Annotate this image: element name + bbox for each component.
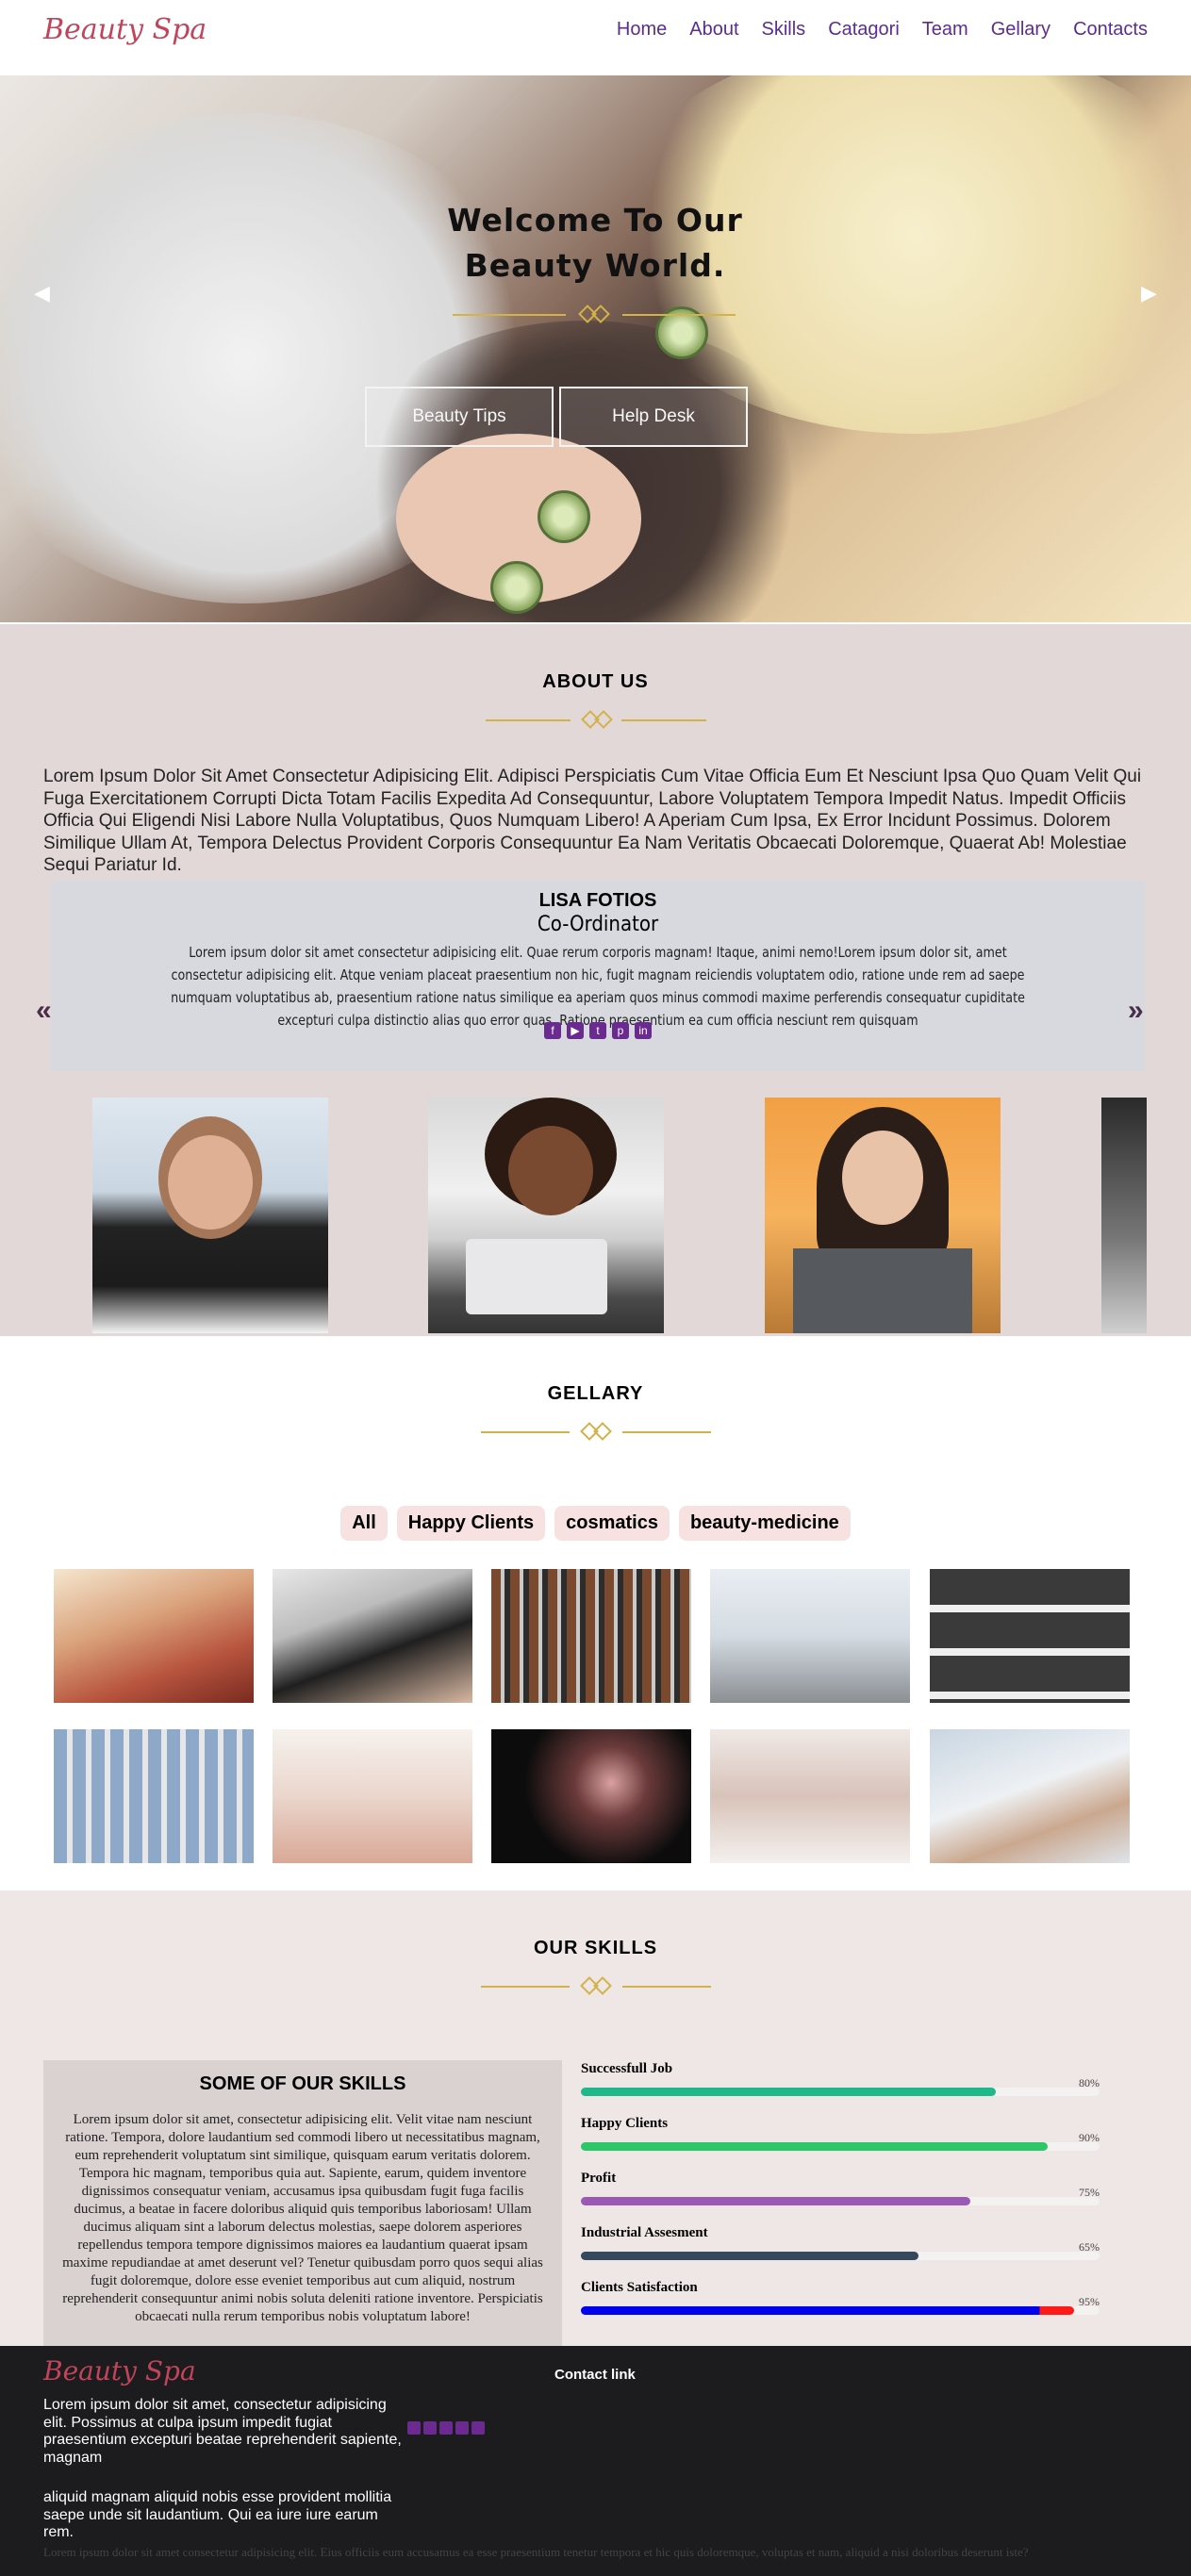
footer: Beauty Spa Lorem ipsum dolor sit amet, c…: [0, 2346, 1191, 2576]
skill-bar-fill: [581, 2197, 970, 2205]
nav-team[interactable]: Team: [922, 19, 968, 41]
filter-happy-clients[interactable]: Happy Clients: [396, 1506, 546, 1541]
gallery-section: GELLARY All Happy Clients cosmatics beau…: [0, 1336, 1191, 1891]
carousel-next-icon[interactable]: ▶: [1141, 281, 1157, 305]
skill-bar-label: Clients Satisfaction: [581, 2280, 698, 2295]
gallery-thumb[interactable]: [273, 1729, 472, 1863]
youtube-icon[interactable]: ▶: [567, 1022, 584, 1039]
footer-text-2: aliquid magnam aliquid nobis esse provid…: [43, 2489, 392, 2540]
footer-logo[interactable]: Beauty Spa: [43, 2355, 196, 2386]
member-name: LISA FOTIOS: [538, 890, 657, 911]
facebook-icon[interactable]: f: [544, 1022, 561, 1039]
gallery-thumb[interactable]: [710, 1569, 910, 1703]
team-photo[interactable]: [1101, 1098, 1147, 1333]
gallery-thumb[interactable]: [54, 1729, 254, 1863]
gallery-thumb[interactable]: [930, 1729, 1130, 1863]
footer-copyright: Lorem ipsum dolor sit amet consectetur a…: [43, 2545, 1029, 2559]
nav-catagori[interactable]: Catagori: [828, 19, 900, 41]
skill-bar: Profit 75%: [581, 2171, 1100, 2208]
hero-carousel: Welcome To Our Beauty World. Beauty Tips…: [0, 75, 1191, 622]
youtube-icon[interactable]: [423, 2421, 437, 2435]
linkedin-icon[interactable]: in: [635, 1022, 652, 1039]
brand-logo[interactable]: Beauty Spa: [43, 13, 207, 46]
skills-title: OUR SKILLS: [533, 1938, 658, 1958]
footer-text-1: Lorem ipsum dolor sit amet, consectetur …: [43, 2397, 402, 2466]
help-desk-button[interactable]: Help Desk: [559, 387, 748, 447]
skill-bar-track: [581, 2088, 1100, 2096]
about-paragraph: Lorem Ipsum Dolor Sit Amet Consectetur A…: [43, 767, 1142, 875]
member-social-links: f ▶ t p in: [51, 1022, 1145, 1039]
beauty-tips-button[interactable]: Beauty Tips: [365, 387, 554, 447]
nav-about[interactable]: About: [689, 19, 738, 41]
linkedin-icon[interactable]: [471, 2421, 485, 2435]
filter-beauty-medicine[interactable]: beauty-medicine: [678, 1506, 851, 1541]
main-menu: Home About Skills Catagori Team Gellary …: [617, 19, 1148, 41]
gallery-thumb[interactable]: [930, 1569, 1130, 1703]
team-photo[interactable]: [428, 1098, 664, 1333]
gallery-thumb[interactable]: [491, 1569, 691, 1703]
about-title: ABOUT US: [542, 671, 649, 692]
twitter-icon[interactable]: [439, 2421, 453, 2435]
gallery-thumb[interactable]: [273, 1569, 472, 1703]
team-member-card: LISA FOTIOS Co-Ordinator Lorem ipsum dol…: [51, 881, 1145, 1071]
gallery-thumb[interactable]: [710, 1729, 910, 1863]
pinterest-icon[interactable]: [455, 2421, 469, 2435]
filter-all[interactable]: All: [340, 1506, 388, 1541]
skill-bar-fill: [581, 2088, 996, 2096]
member-role: Co-Ordinator: [537, 913, 659, 936]
about-section: ABOUT US Lorem Ipsum Dolor Sit Amet Cons…: [0, 624, 1191, 1336]
nav-home[interactable]: Home: [617, 19, 667, 41]
skill-bar-fill: [581, 2142, 1048, 2151]
gallery-filter-bar: All Happy Clients cosmatics beauty-medic…: [0, 1506, 1191, 1541]
nav-skills[interactable]: Skills: [762, 19, 806, 41]
gallery-thumb[interactable]: [491, 1729, 691, 1863]
nav-gellary[interactable]: Gellary: [991, 19, 1050, 41]
ornament-divider: [486, 710, 706, 730]
skill-bar-label: Successfull Job: [581, 2061, 673, 2076]
team-photo[interactable]: [92, 1098, 328, 1333]
team-next-button[interactable]: »: [1128, 995, 1144, 1027]
nav-contacts[interactable]: Contacts: [1073, 19, 1148, 41]
skills-box-title: SOME OF OUR SKILLS: [199, 2073, 406, 2094]
skill-bar: Clients Satisfaction 95%: [581, 2280, 1100, 2318]
skills-description-box: SOME OF OUR SKILLS Lorem ipsum dolor sit…: [43, 2060, 562, 2346]
skill-bar-track: [581, 2252, 1100, 2260]
ornament-divider: [453, 305, 736, 324]
skill-bar-label: Happy Clients: [581, 2116, 669, 2131]
facebook-icon[interactable]: [407, 2421, 421, 2435]
contact-link-heading[interactable]: Contact link: [554, 2367, 636, 2383]
ornament-divider: [481, 1976, 711, 1996]
skill-bar-label: Industrial Assesment: [581, 2225, 708, 2240]
top-navbar: Beauty Spa Home About Skills Catagori Te…: [0, 0, 1191, 75]
skill-bar: Happy Clients 90%: [581, 2116, 1100, 2154]
footer-social-links: [407, 2421, 485, 2435]
member-bio: Lorem ipsum dolor sit amet consectetur a…: [171, 944, 1025, 1029]
carousel-prev-icon[interactable]: ◀: [34, 281, 50, 305]
skill-bar-fill: [581, 2306, 1074, 2315]
team-photo[interactable]: [765, 1098, 1001, 1333]
skill-bar-fill: [581, 2252, 918, 2260]
skill-bar-track: [581, 2142, 1100, 2151]
skill-bar: Industrial Assesment 65%: [581, 2225, 1100, 2263]
hero-title: Welcome To Our Beauty World.: [447, 202, 743, 284]
skill-bar-track: [581, 2306, 1100, 2315]
skill-bar-label: Profit: [581, 2171, 617, 2186]
skill-bar-track: [581, 2197, 1100, 2205]
gallery-thumb[interactable]: [54, 1569, 254, 1703]
gallery-title: GELLARY: [547, 1383, 644, 1404]
twitter-icon[interactable]: t: [589, 1022, 606, 1039]
ornament-divider: [481, 1422, 711, 1442]
skill-bar: Successfull Job 80%: [581, 2061, 1100, 2099]
pinterest-icon[interactable]: p: [612, 1022, 629, 1039]
skills-box-text: Lorem ipsum dolor sit amet, consectetur …: [62, 2112, 543, 2324]
team-prev-button[interactable]: «: [36, 995, 52, 1027]
filter-cosmatics[interactable]: cosmatics: [554, 1506, 670, 1541]
skills-section: OUR SKILLS SOME OF OUR SKILLS Lorem ipsu…: [0, 1891, 1191, 2346]
